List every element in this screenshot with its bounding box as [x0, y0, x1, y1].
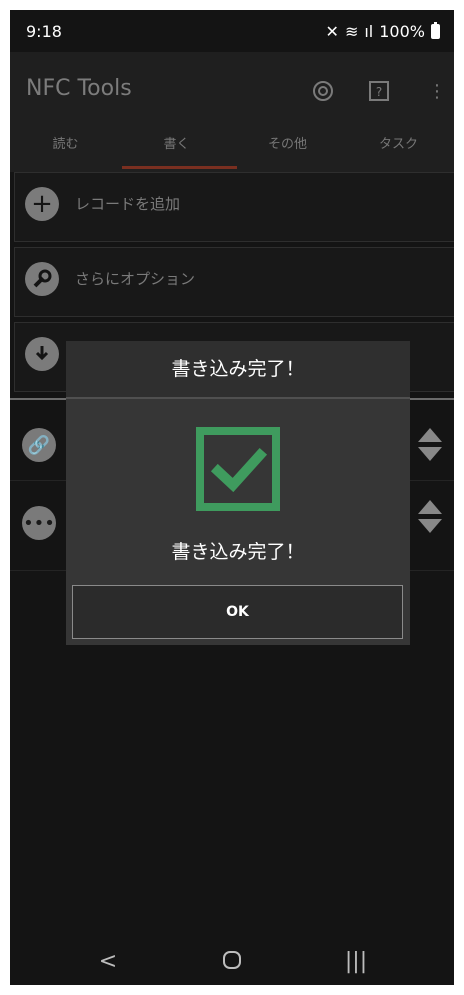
dialog-divider [66, 397, 410, 399]
checkbox-checked-icon [196, 427, 280, 511]
status-icons: ✕ ≋ ıl 100% [326, 22, 440, 41]
reorder-handle[interactable] [418, 428, 442, 468]
download-icon [25, 337, 59, 371]
ok-button[interactable]: OK [72, 585, 403, 639]
app-title: NFC Tools [26, 76, 132, 101]
arrow-up-icon [418, 428, 442, 442]
wifi-icon: ≋ [344, 22, 359, 41]
phone-screen: 9:18 ✕ ≋ ıl 100% NFC Tools ? ⋮ 読む 書く その他… [10, 10, 454, 985]
back-icon[interactable]: < [88, 949, 128, 974]
system-nav-bar: < ||| [10, 945, 454, 985]
mute-icon: ✕ [325, 22, 339, 41]
help-icon[interactable]: ? [366, 78, 392, 104]
status-time: 9:18 [26, 22, 62, 41]
write-complete-dialog: 書き込み完了！ 書き込み完了！ OK [66, 341, 410, 645]
tab-write[interactable]: 書く [121, 132, 232, 158]
nfc-scan-icon[interactable] [310, 78, 336, 104]
wrench-icon [25, 262, 59, 296]
add-record-button[interactable]: + レコードを追加 [14, 172, 454, 242]
svg-text:?: ? [376, 85, 382, 99]
status-bar: 9:18 ✕ ≋ ıl 100% [10, 10, 454, 52]
more-vert-icon[interactable]: ⋮ [424, 78, 450, 104]
app-bar: NFC Tools ? ⋮ [10, 52, 454, 126]
more-options-label: さらにオプション [75, 270, 196, 288]
plus-icon: + [25, 187, 59, 221]
more-horiz-icon: ••• [22, 506, 56, 540]
tab-tasks[interactable]: タスク [343, 132, 454, 158]
home-icon[interactable] [212, 949, 252, 977]
more-options-button[interactable]: さらにオプション [14, 247, 454, 317]
link-icon: 🔗 [22, 428, 56, 462]
recents-icon[interactable]: ||| [336, 949, 376, 974]
reorder-handle[interactable] [418, 500, 442, 540]
arrow-down-icon [418, 447, 442, 461]
tab-read[interactable]: 読む [10, 132, 121, 158]
dialog-message: 書き込み完了！ [171, 541, 305, 563]
battery-icon [431, 22, 440, 39]
tab-bar: 読む 書く その他 タスク [10, 126, 454, 172]
battery-percent: 100% [379, 22, 425, 41]
add-record-label: レコードを追加 [75, 195, 181, 213]
arrow-down-icon [418, 519, 442, 533]
signal-icon: ıl [364, 22, 374, 41]
dialog-title: 書き込み完了！ [66, 341, 410, 397]
active-tab-indicator [122, 166, 237, 169]
tab-other[interactable]: その他 [232, 132, 343, 158]
arrow-up-icon [418, 500, 442, 514]
